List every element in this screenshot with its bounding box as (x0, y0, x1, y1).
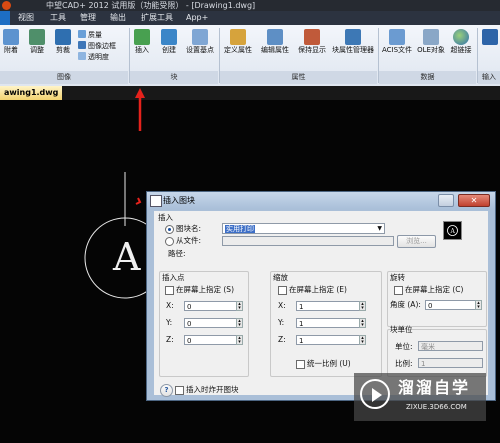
insert-y-label: Y: (166, 318, 173, 327)
block-unit-group (387, 329, 487, 377)
rotation-onscreen-label: 在屏幕上指定 (C) (405, 285, 464, 294)
block-preview-icon: A (447, 225, 458, 236)
unit-field: 毫米 (418, 341, 483, 351)
scale-y-spinner[interactable]: ▴ ▾ (359, 318, 366, 328)
scale-x-label: X: (278, 301, 286, 310)
arrow-to-insert-head (135, 88, 145, 98)
block-unit-title: 块单位 (390, 325, 413, 334)
insert-z-label: Z: (166, 335, 174, 344)
block-preview: A (443, 221, 462, 240)
block-name-label: 图块名: (176, 224, 202, 233)
block-name-select[interactable]: 实用打印 ▼ (222, 223, 385, 234)
chevron-down-icon: ▼ (377, 225, 382, 232)
unit-label: 单位: (395, 342, 413, 351)
watermark: 溜溜自学 ZIXUE.3D66.COM (354, 373, 486, 421)
dialog-app-icon (150, 195, 162, 207)
scale-z-label: Z: (278, 335, 286, 344)
uniform-scale-checkbox[interactable] (296, 360, 305, 369)
angle-field[interactable]: 0 (425, 300, 476, 310)
insert-z-spinner[interactable]: ▴ ▾ (236, 335, 243, 345)
play-logo-icon (360, 379, 390, 409)
scale-title: 缩放 (273, 273, 288, 282)
rotation-title: 旋转 (390, 273, 405, 282)
insert-y-spinner[interactable]: ▴ ▾ (236, 318, 243, 328)
dialog-body: 插入 图块名: 实用打印 ▼ 从文件: 浏览... 路径: A 插入点 在屏幕上… (154, 211, 488, 397)
from-file-radio[interactable] (165, 237, 174, 246)
angle-label: 角度 (A): (390, 300, 421, 309)
watermark-name: 溜溜自学 (398, 378, 471, 397)
insert-x-spinner[interactable]: ▴ ▾ (236, 301, 243, 311)
path-label: 路径: (168, 249, 186, 258)
explode-checkbox[interactable] (175, 386, 184, 395)
scale-y-label: Y: (278, 318, 285, 327)
block-name-value: 实用打印 (225, 225, 255, 233)
scale-onscreen-checkbox[interactable] (278, 286, 287, 295)
scale-onscreen-label: 在屏幕上指定 (E) (289, 285, 347, 294)
insert-y-field[interactable]: 0 (184, 318, 237, 328)
explode-label: 插入时炸开图块 (186, 385, 239, 394)
watermark-url: ZIXUE.3D66.COM (406, 403, 467, 411)
insert-point-title: 插入点 (162, 273, 185, 282)
help-button[interactable]: ? (160, 384, 173, 397)
insert-point-onscreen-label: 在屏幕上指定 (S) (176, 285, 234, 294)
rotation-onscreen-checkbox[interactable] (394, 286, 403, 295)
dialog-title: 插入图块 (163, 196, 195, 205)
insert-section-title: 插入 (158, 213, 173, 222)
ratio-label: 比例: (395, 359, 413, 368)
insert-x-field[interactable]: 0 (184, 301, 237, 311)
angle-spinner[interactable]: ▴ ▾ (475, 300, 482, 310)
from-file-field[interactable] (222, 236, 394, 246)
block-name-radio[interactable] (165, 225, 174, 234)
dialog-title-bar[interactable]: 插入图块 ✕ (147, 192, 495, 209)
from-file-label: 从文件: (176, 236, 202, 245)
scale-x-field[interactable]: 1 (296, 301, 360, 311)
insert-z-field[interactable]: 0 (184, 335, 237, 345)
insert-block-dialog: 插入图块 ✕ 插入 图块名: 实用打印 ▼ 从文件: 浏览... 路径: A 插… (146, 191, 496, 401)
insert-point-onscreen-checkbox[interactable] (165, 286, 174, 295)
scale-y-field[interactable]: 1 (296, 318, 360, 328)
svg-text:A: A (450, 228, 456, 235)
browse-button[interactable]: 浏览... (397, 235, 436, 248)
scale-x-spinner[interactable]: ▴ ▾ (359, 301, 366, 311)
uniform-scale-label: 统一比例 (U) (307, 359, 351, 368)
dialog-close-button[interactable]: ✕ (458, 194, 490, 207)
dialog-minimize-button[interactable] (438, 194, 454, 207)
ratio-field: 1 (418, 358, 483, 368)
scale-z-spinner[interactable]: ▴ ▾ (359, 335, 366, 345)
scale-z-field[interactable]: 1 (296, 335, 360, 345)
insert-x-label: X: (166, 301, 174, 310)
